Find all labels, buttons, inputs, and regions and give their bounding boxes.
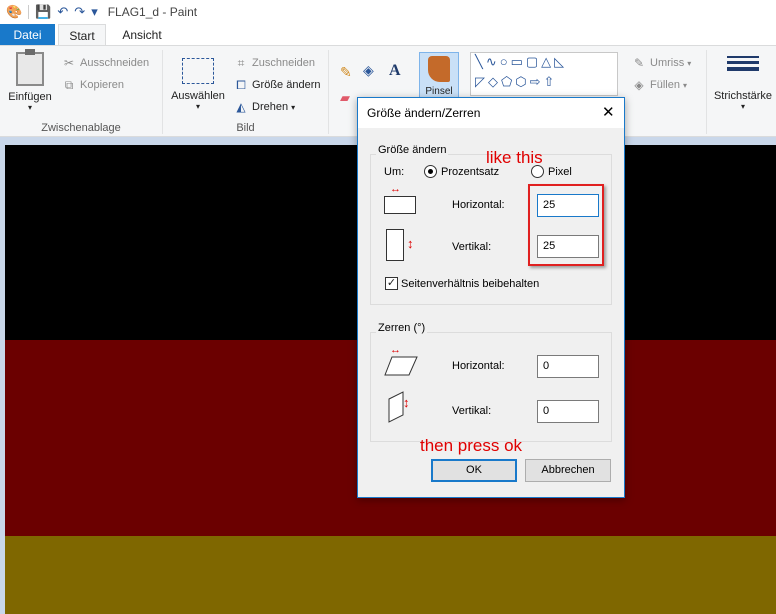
- chevron-down-icon: ▾: [291, 102, 296, 112]
- title-bar: 🎨 💾 ↶ ↷ ▾ FLAG1_d - Paint: [0, 0, 776, 24]
- redo-icon[interactable]: ↷: [74, 4, 85, 20]
- crop-label: Zuschneiden: [252, 57, 315, 69]
- ok-button[interactable]: OK: [431, 459, 517, 482]
- chevron-down-icon: ▾: [687, 58, 692, 68]
- clipboard-icon: [16, 49, 44, 86]
- cut-button[interactable]: ✂ Ausschneiden: [62, 56, 149, 70]
- shapes-row-icons: ╲∿○▭▢△◺: [475, 54, 568, 69]
- customize-toolbar-icon[interactable]: ▾: [91, 4, 98, 20]
- cut-label: Ausschneiden: [80, 57, 150, 69]
- vertical-resize-icon: [386, 229, 404, 261]
- skew-vertical-input[interactable]: 0: [537, 400, 599, 423]
- fill-bucket-icon[interactable]: ◈: [363, 62, 374, 79]
- skew-horizontal-input[interactable]: 0: [537, 355, 599, 378]
- shapes-row-icons: ◸◇⬠⬡⇨⇧: [475, 74, 558, 89]
- horizontal-skew-icon: [384, 356, 418, 376]
- select-label: Auswählen: [171, 90, 225, 102]
- dialog-title-bar: Größe ändern/Zerren ✕: [358, 98, 624, 128]
- fill-button[interactable]: ◈ Füllen ▾: [632, 78, 687, 92]
- pencil-icon[interactable]: ✎: [340, 64, 352, 81]
- resize-icon: ⧠: [236, 78, 246, 92]
- stroke-width-label: Strichstärke: [713, 90, 773, 102]
- undo-icon[interactable]: ↶: [57, 4, 68, 20]
- chevron-down-icon: ▾: [27, 103, 32, 112]
- skew-fieldset: [370, 332, 612, 442]
- crop-button[interactable]: ⌗ Zuschneiden: [234, 56, 315, 70]
- tab-ansicht[interactable]: Ansicht: [112, 24, 172, 46]
- vertical-skew-icon: [388, 391, 404, 423]
- vertical-arrow-icon: ↕: [403, 395, 410, 410]
- horizontal-arrow-icon: ↔: [390, 183, 401, 195]
- outline-button[interactable]: ✎ Umriss ▾: [632, 56, 691, 70]
- resize-vertical-label: Vertikal:: [452, 241, 492, 253]
- pixel-label: Pixel: [548, 166, 572, 178]
- cancel-button[interactable]: Abbrechen: [525, 459, 611, 482]
- highlight-box: [528, 184, 604, 266]
- brush-icon: [428, 56, 450, 82]
- chevron-down-icon: ▾: [682, 80, 687, 90]
- group-divider: [328, 50, 329, 134]
- rotate-icon: ◭: [236, 100, 246, 114]
- group-divider: [706, 50, 707, 134]
- copy-label: Kopieren: [80, 79, 125, 91]
- resize-button[interactable]: ⧠ Größe ändern: [234, 78, 320, 92]
- brush-label: Pinsel: [425, 86, 453, 97]
- resize-legend: Größe ändern: [376, 144, 449, 156]
- chevron-down-icon: ▾: [195, 102, 200, 111]
- select-button[interactable]: Auswählen ▾: [168, 58, 228, 111]
- ribbon-tabs: Datei Start Ansicht: [0, 24, 776, 46]
- crop-icon: ⌗: [237, 56, 245, 70]
- quick-access-toolbar: 🎨 💾 ↶ ↷ ▾: [0, 0, 98, 24]
- outline-label: Umriss: [650, 57, 685, 69]
- annotation-like-this: like this: [486, 148, 543, 167]
- dialog-title: Größe ändern/Zerren: [367, 106, 481, 120]
- resize-by-label: Um:: [384, 166, 405, 178]
- tab-start[interactable]: Start: [58, 24, 106, 46]
- rotate-button[interactable]: ◭ Drehen ▾: [234, 100, 295, 114]
- rotate-label: Drehen: [252, 101, 289, 113]
- text-tool-icon[interactable]: A: [389, 62, 401, 80]
- skew-vertical-label: Vertikal:: [452, 405, 492, 417]
- close-icon[interactable]: ✕: [602, 103, 615, 121]
- annotation-then-press-ok: then press ok: [420, 436, 523, 455]
- percent-radio[interactable]: [424, 165, 437, 178]
- paste-button[interactable]: Einfügen ▾: [6, 49, 54, 112]
- selection-icon: [182, 58, 214, 84]
- shapes-gallery[interactable]: ╲∿○▭▢△◺ ◸◇⬠⬡⇨⇧: [470, 52, 618, 96]
- save-icon[interactable]: 💾: [35, 4, 51, 20]
- stroke-width-button[interactable]: Strichstärke ▾: [710, 90, 776, 111]
- stroke-width-icon: [727, 56, 759, 74]
- fill-icon: ◈: [634, 78, 644, 92]
- flag-stripe-gold: [5, 536, 776, 614]
- horizontal-arrow-icon: ↔: [390, 344, 401, 356]
- resize-label: Größe ändern: [252, 79, 321, 91]
- fill-label: Füllen: [650, 79, 680, 91]
- outline-icon: ✎: [633, 56, 645, 70]
- copy-icon: ⧉: [64, 78, 74, 92]
- horizontal-resize-icon: [384, 196, 416, 214]
- skew-horizontal-label: Horizontal:: [452, 360, 505, 372]
- clipboard-group-label: Zwischenablage: [41, 122, 121, 134]
- tab-datei[interactable]: Datei: [0, 24, 55, 46]
- chevron-down-icon: ▾: [740, 102, 745, 111]
- brush-button[interactable]: Pinsel: [419, 52, 459, 98]
- eraser-icon[interactable]: ▰: [340, 90, 350, 106]
- skew-legend: Zerren (°): [376, 322, 428, 334]
- paste-label: Einfügen: [8, 91, 52, 103]
- paint-app-icon[interactable]: 🎨: [6, 4, 22, 20]
- keep-ratio-label: Seitenverhältnis beibehalten: [401, 278, 540, 290]
- resize-horizontal-label: Horizontal:: [452, 199, 505, 211]
- scissors-icon: ✂: [63, 56, 75, 70]
- copy-button[interactable]: ⧉ Kopieren: [62, 78, 124, 92]
- window-title: FLAG1_d - Paint: [107, 5, 198, 19]
- vertical-arrow-icon: ↕: [407, 236, 414, 251]
- keep-ratio-checkbox[interactable]: ✓: [385, 277, 398, 290]
- image-group-label: Bild: [236, 122, 255, 134]
- toolbar-divider: [28, 5, 30, 19]
